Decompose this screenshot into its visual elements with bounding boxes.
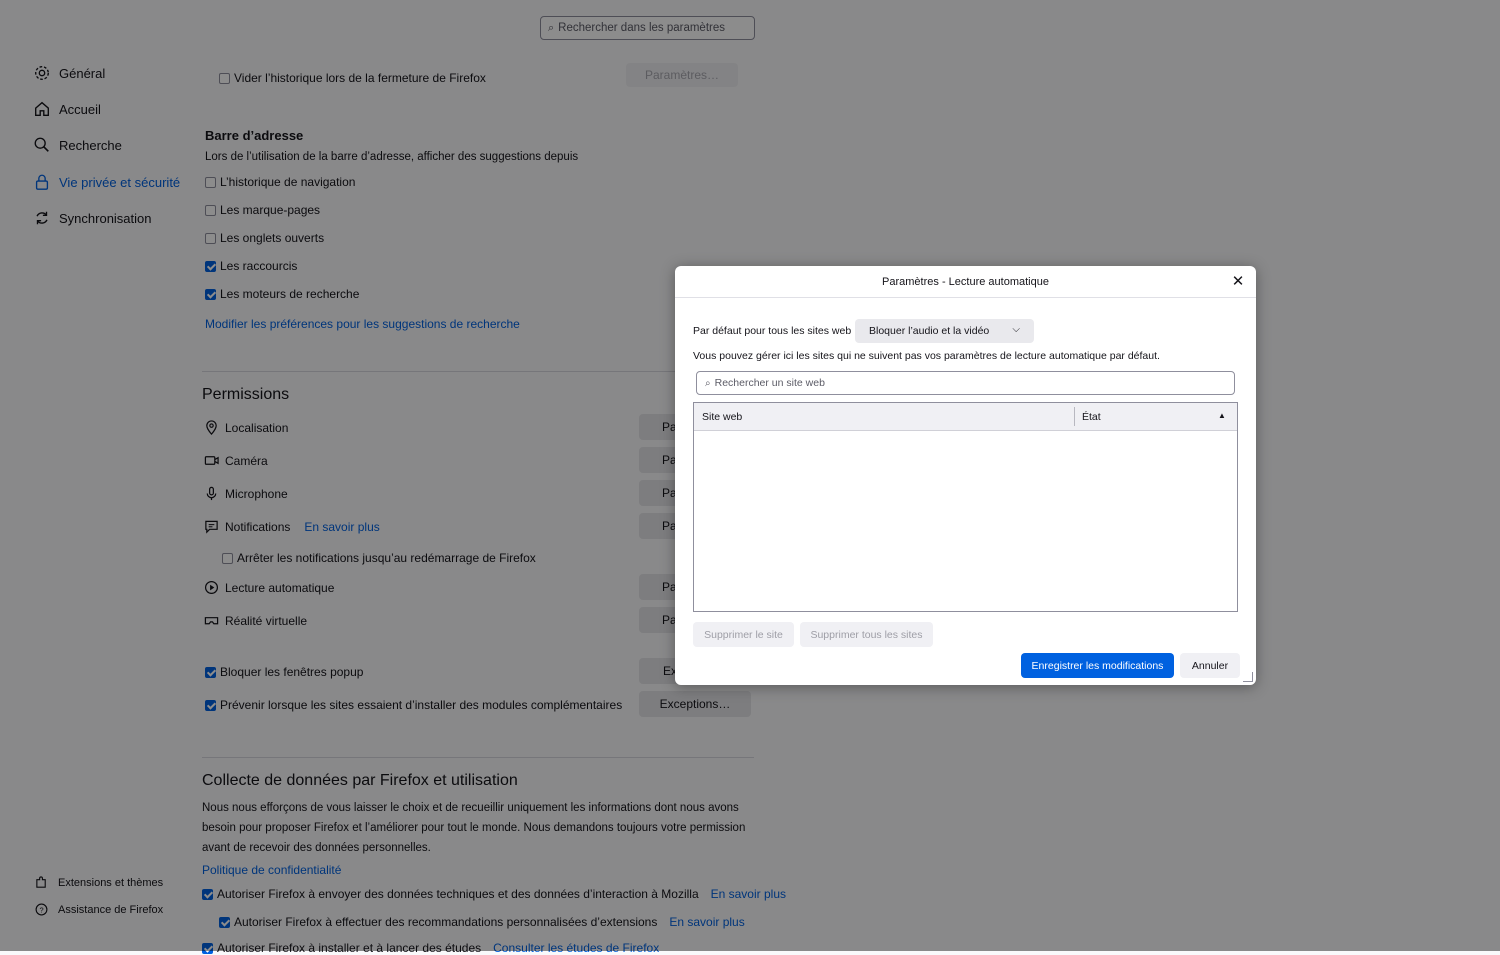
select-value: Bloquer l’audio et la vidéo bbox=[869, 325, 990, 337]
save-changes-button[interactable]: Enregistrer les modifications bbox=[1021, 653, 1174, 678]
website-search-input[interactable]: ⌕ Rechercher un site web bbox=[696, 371, 1235, 395]
remove-all-sites-button[interactable]: Supprimer tous les sites bbox=[800, 622, 933, 647]
chevron-down-icon: ⌵ bbox=[1012, 324, 1020, 335]
dialog-description: Vous pouvez gérer ici les sites qui ne s… bbox=[693, 350, 1160, 362]
dialog-title-bar: Paramètres - Lecture automatique bbox=[675, 266, 1256, 298]
dialog-title: Paramètres - Lecture automatique bbox=[882, 275, 1049, 288]
column-divider bbox=[1074, 407, 1075, 426]
cancel-button[interactable]: Annuler bbox=[1180, 653, 1240, 678]
search-placeholder: Rechercher un site web bbox=[714, 377, 825, 389]
sites-table: Site web État ▲ bbox=[693, 402, 1238, 612]
column-header-site[interactable]: Site web bbox=[702, 411, 742, 423]
button-label: Enregistrer les modifications bbox=[1031, 659, 1164, 672]
resize-grip-icon[interactable] bbox=[1243, 672, 1253, 682]
search-icon: ⌕ bbox=[705, 377, 711, 389]
button-label: Supprimer le site bbox=[704, 628, 783, 641]
button-label: Annuler bbox=[1191, 659, 1229, 672]
autoplay-settings-dialog: Paramètres - Lecture automatique ✕ Par d… bbox=[675, 266, 1256, 685]
default-autoplay-select[interactable]: Bloquer l’audio et la vidéo ⌵ bbox=[855, 319, 1034, 343]
column-header-status[interactable]: État bbox=[1082, 411, 1101, 423]
default-setting-label: Par défaut pour tous les sites web : bbox=[693, 325, 858, 337]
sort-ascending-icon: ▲ bbox=[1218, 411, 1226, 420]
close-icon[interactable]: ✕ bbox=[1230, 273, 1246, 290]
remove-site-button[interactable]: Supprimer le site bbox=[693, 622, 794, 647]
button-label: Supprimer tous les sites bbox=[810, 628, 923, 641]
table-header: Site web État ▲ bbox=[694, 403, 1237, 431]
